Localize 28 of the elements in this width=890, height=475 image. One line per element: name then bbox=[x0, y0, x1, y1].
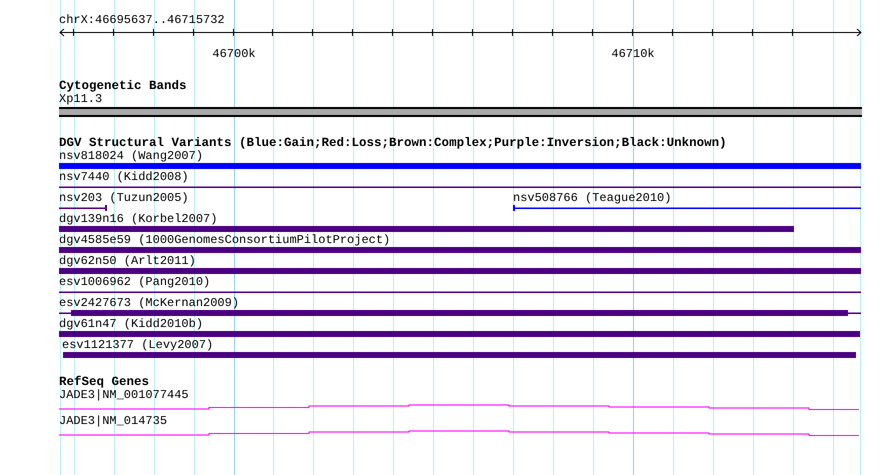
ruler-tick-label: 46700k bbox=[212, 48, 256, 61]
ruler-tick-label: 46710k bbox=[611, 48, 655, 61]
variant-label: esv1006962 (Pang2010) bbox=[59, 276, 210, 289]
variant-label: nsv818024 (Wang2007) bbox=[59, 150, 204, 163]
variant-bar[interactable] bbox=[59, 310, 861, 316]
variant-bar[interactable] bbox=[59, 184, 861, 190]
variant-label: esv2427673 (McKernan2009) bbox=[59, 297, 240, 310]
variant-bar[interactable] bbox=[59, 289, 861, 295]
gene-model-drawing[interactable] bbox=[59, 402, 861, 411]
variant-label: nsv203 (Tuzun2005) bbox=[59, 192, 189, 205]
chromosome-position: chrX:46695637..46715732 bbox=[59, 14, 225, 27]
track-title: Cytogenetic Bands bbox=[59, 80, 187, 93]
gene-label: JADE3|NM_001077445 bbox=[59, 389, 189, 402]
variant-label: dgv139n16 (Korbel2007) bbox=[59, 213, 218, 226]
variant-label: dgv62n50 (Arlt2011) bbox=[59, 255, 196, 268]
variant-label: nsv508766 (Teague2010) bbox=[513, 192, 672, 205]
variant-label: dgv61n47 (Kidd2010b) bbox=[59, 318, 204, 331]
gene-model-drawing[interactable] bbox=[59, 428, 861, 437]
variant-bar[interactable] bbox=[59, 205, 107, 211]
band-label: Xp11.3 bbox=[59, 93, 102, 106]
variant-label: dgv4585e59 (1000GenomesConsortiumPilotProject) bbox=[59, 234, 390, 247]
variant-label: nsv7440 (Kidd2008) bbox=[59, 171, 189, 184]
track-title: DGV Structural Variants (Blue:Gain;Red:Loss;Brown:Complex;Purple:Inversion;Black:Unknown) bbox=[59, 137, 727, 150]
track-title: RefSeq Genes bbox=[59, 376, 150, 389]
variant-bar[interactable] bbox=[513, 205, 861, 211]
variant-label: esv1121377 (Levy2007) bbox=[62, 339, 214, 352]
gene-label: JADE3|NM_014735 bbox=[59, 415, 168, 428]
cytoband-bar[interactable] bbox=[59, 107, 862, 117]
